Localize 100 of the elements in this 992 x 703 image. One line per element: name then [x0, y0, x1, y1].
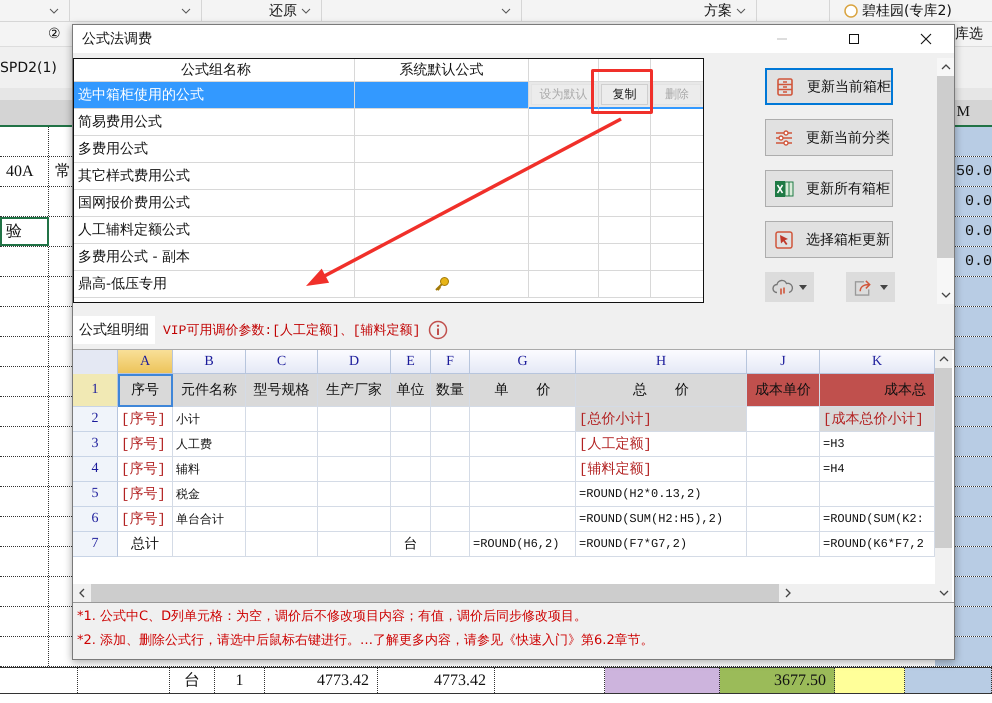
sheet-cell[interactable] [470, 507, 576, 532]
toolbar-label[interactable]: 碧桂园(专库2) [862, 2, 952, 20]
sheet-cell[interactable]: [序号] [118, 507, 173, 532]
sheet-cell[interactable]: =ROUND(H2*0.13,2) [576, 482, 747, 507]
chevron-icon[interactable] [301, 8, 311, 14]
sheet-cell[interactable] [391, 482, 431, 507]
sheet-cell[interactable] [431, 507, 470, 532]
scrollbar[interactable] [937, 58, 954, 304]
sheet-cell[interactable] [431, 482, 470, 507]
sheet-cell[interactable]: 序号 [118, 374, 173, 407]
sheet-cell[interactable]: [辅料定额] [576, 457, 747, 482]
sheet-cell[interactable]: 人工费 [173, 432, 246, 457]
select-all-corner[interactable] [73, 350, 118, 375]
sheet-cell[interactable] [246, 507, 318, 532]
sheet-cell[interactable] [391, 507, 431, 532]
sheet-cell[interactable]: 单 价 [470, 374, 576, 407]
sheet-cell[interactable] [747, 482, 820, 507]
sheet-cell[interactable]: =ROUND(F7*G7,2) [576, 532, 747, 557]
info-icon[interactable] [428, 320, 448, 340]
cloud-sync-button[interactable] [765, 272, 814, 302]
formula-group-item[interactable]: 多费用公式 [74, 136, 355, 163]
formula-group-item[interactable]: 人工辅料定额公式 [74, 217, 355, 244]
sheet-cell[interactable]: 数量 [431, 374, 470, 407]
sheet-cell[interactable]: =ROUND(SUM(H2:H5),2) [576, 507, 747, 532]
column-header[interactable]: C [246, 350, 318, 374]
action-button[interactable]: 复制 [601, 84, 648, 105]
column-header[interactable]: K [820, 350, 935, 374]
share-button[interactable] [846, 272, 895, 302]
sheet-cell[interactable]: 小计 [173, 407, 246, 432]
formula-group-item[interactable]: 其它样式费用公式 [74, 163, 355, 190]
sheet-cell[interactable] [391, 432, 431, 457]
row-header[interactable]: 4 [73, 457, 118, 482]
sheet-cell[interactable]: [序号] [118, 482, 173, 507]
scroll-down-icon[interactable] [940, 292, 950, 298]
column-header[interactable]: E [391, 350, 431, 374]
formula-group-item[interactable]: 国网报价费用公式 [74, 190, 355, 217]
close-icon[interactable] [920, 33, 932, 45]
column-header[interactable]: B [173, 350, 246, 374]
scroll-left-icon[interactable] [79, 588, 85, 598]
column-header[interactable]: D [318, 350, 391, 374]
column-header[interactable]: H [576, 350, 747, 374]
sheet-cell[interactable] [391, 457, 431, 482]
maximize-icon[interactable] [848, 33, 860, 45]
sheet-cell[interactable] [747, 457, 820, 482]
sheet-cell[interactable]: 型号规格 [246, 374, 318, 407]
sheet-cell[interactable] [431, 407, 470, 432]
sheet-cell[interactable]: 总计 [118, 532, 173, 557]
sheet-cell[interactable] [431, 432, 470, 457]
column-header[interactable]: F [431, 350, 470, 374]
sheet-cell[interactable]: [序号] [118, 457, 173, 482]
sheet-cell[interactable]: [总价小计] [576, 407, 747, 432]
sheet-cell[interactable]: 成本单价 [747, 374, 820, 407]
detail-tab[interactable]: 公式组明细 [73, 316, 155, 344]
radio-icon[interactable] [844, 4, 858, 18]
scroll-down-icon[interactable] [938, 590, 948, 596]
scroll-up-icon[interactable] [940, 64, 950, 70]
sheet-cell[interactable] [470, 457, 576, 482]
sheet-cell[interactable] [431, 457, 470, 482]
sheet-cell[interactable] [470, 482, 576, 507]
sheet-cell[interactable] [318, 432, 391, 457]
sheet-cell[interactable]: 台 [391, 532, 431, 557]
sheet-cell[interactable] [246, 482, 318, 507]
toolbar-label[interactable]: 还原 [269, 2, 297, 20]
chevron-icon[interactable] [181, 8, 191, 14]
update-button[interactable]: 选择箱柜更新 [765, 221, 893, 258]
sheet-cell[interactable]: [序号] [118, 407, 173, 432]
scroll-up-icon[interactable] [938, 356, 948, 362]
update-button[interactable]: 更新当前箱柜 [765, 68, 893, 105]
sheet-cell[interactable] [246, 457, 318, 482]
scrollbar[interactable] [73, 584, 935, 602]
sheet-cell[interactable] [318, 507, 391, 532]
scroll-right-icon[interactable] [785, 588, 791, 598]
sheet-cell[interactable]: 元件名称 [173, 374, 246, 407]
column-header[interactable]: G [470, 350, 576, 374]
sheet-tab[interactable]: SPD2(1) [0, 60, 57, 76]
chevron-icon[interactable] [736, 8, 746, 14]
sheet-cell[interactable] [391, 407, 431, 432]
row-header[interactable]: 3 [73, 432, 118, 457]
sheet-cell[interactable] [246, 532, 318, 557]
column-header[interactable]: A [118, 350, 173, 374]
row-header[interactable]: 1 [73, 374, 118, 407]
update-button[interactable]: 更新当前分类 [765, 119, 893, 156]
column-header[interactable]: J [747, 350, 820, 374]
sheet-cell[interactable]: [人工定额] [576, 432, 747, 457]
chevron-icon[interactable] [501, 8, 511, 14]
sheet-cell[interactable]: [成本总价小计] [820, 407, 935, 432]
sheet-cell[interactable] [318, 482, 391, 507]
sheet-cell[interactable] [747, 532, 820, 557]
sheet-cell[interactable] [246, 407, 318, 432]
sheet-cell[interactable]: 税金 [173, 482, 246, 507]
sheet-cell[interactable]: 辅料 [173, 457, 246, 482]
update-button[interactable]: 更新所有箱柜 [765, 170, 893, 207]
sheet-cell[interactable]: 单位 [391, 374, 431, 407]
scrollbar[interactable] [935, 350, 952, 602]
toolbar-label[interactable]: 方案 [704, 2, 732, 20]
sheet-cell[interactable] [431, 532, 470, 557]
sheet-cell[interactable] [318, 532, 391, 557]
sheet-cell[interactable] [747, 507, 820, 532]
row-header[interactable]: 7 [73, 532, 118, 557]
sheet-cell[interactable] [318, 457, 391, 482]
